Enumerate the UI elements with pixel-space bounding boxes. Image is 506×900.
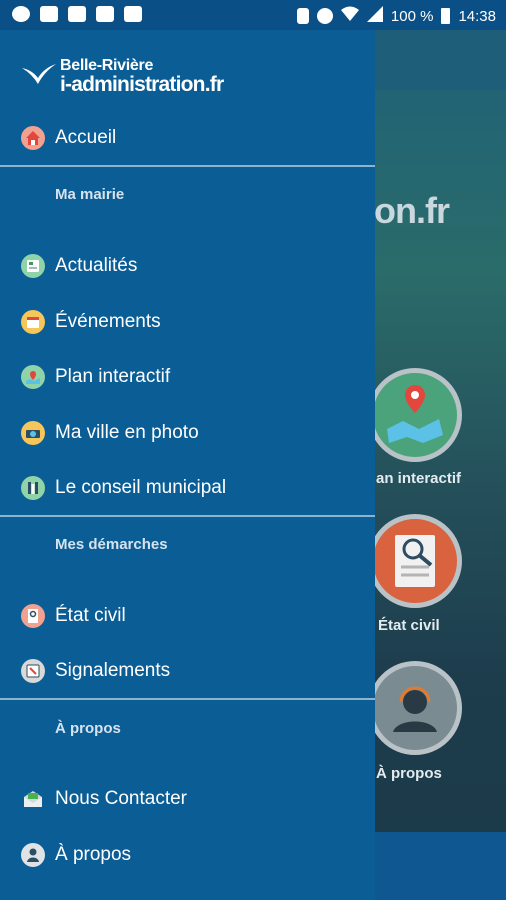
- drawer-item-label: Le conseil municipal: [55, 477, 227, 498]
- vibrate-icon: [296, 8, 309, 24]
- news-icon: [21, 254, 45, 278]
- navigation-drawer: Belle-Rivière i-administration.fr Accuei…: [0, 30, 375, 900]
- alarm-icon: [316, 8, 333, 24]
- map-icon: [21, 365, 45, 389]
- drawer-item-label: Actualités: [55, 255, 138, 276]
- logo-site-name: i-administration.fr: [60, 73, 224, 96]
- photo-notification-icon: [68, 6, 86, 22]
- drawer-item-le-conseil-municipal[interactable]: Le conseil municipal: [0, 468, 375, 508]
- drawer-item-label: Signalements: [55, 660, 171, 681]
- drawer-item-label: Nous Contacter: [55, 788, 188, 809]
- section-title-ma-mairie: Ma mairie: [55, 186, 125, 203]
- drawer-item-ma-ville-en-photo[interactable]: Ma ville en photo: [0, 413, 375, 453]
- wifi-icon: [340, 6, 359, 26]
- council-icon: [21, 476, 45, 500]
- drawer-item-nous-contacter[interactable]: Nous Contacter: [0, 779, 375, 819]
- drawer-divider: [0, 165, 375, 167]
- checklist-notification-icon: [124, 6, 142, 22]
- drawer-item-a-propos[interactable]: À propos: [0, 835, 375, 875]
- person-icon: [21, 843, 45, 867]
- drawer-item-evenements[interactable]: Événements: [0, 302, 375, 342]
- drawer-divider: [0, 515, 375, 517]
- drawer-item-etat-civil[interactable]: État civil: [0, 596, 375, 636]
- report-icon: [21, 659, 45, 683]
- section-title-a-propos: À propos: [55, 720, 121, 737]
- civil-status-tile-icon[interactable]: [368, 514, 462, 608]
- drawer-item-plan-interactif[interactable]: Plan interactif: [0, 357, 375, 397]
- drawer-item-label: Événements: [55, 311, 161, 332]
- section-title-mes-demarches: Mes démarches: [55, 536, 168, 553]
- battery-text: 100 %: [390, 7, 434, 25]
- mail-icon: [21, 787, 45, 811]
- drawer-item-label: Ma ville en photo: [55, 422, 199, 443]
- map-tile-label: an interactif: [376, 470, 462, 487]
- status-bar: 100 % 14:38: [0, 0, 506, 30]
- document-icon: [21, 604, 45, 628]
- clock: 14:38: [458, 7, 496, 25]
- map-tile-icon[interactable]: [368, 368, 462, 462]
- drawer-item-actualites[interactable]: Actualités: [0, 246, 375, 286]
- bird-logo-icon: [22, 64, 56, 84]
- civil-status-tile-label: État civil: [378, 617, 440, 634]
- drawer-item-accueil[interactable]: Accueil: [0, 118, 375, 158]
- about-tile-icon[interactable]: [368, 661, 462, 755]
- background-brand-text: on.fr: [374, 190, 450, 231]
- gmail-notification-icon: [40, 6, 58, 22]
- calendar-icon: [21, 310, 45, 334]
- message-notification-icon: [12, 6, 30, 22]
- home-icon: [21, 126, 45, 150]
- battery-icon: [441, 8, 451, 24]
- drawer-divider: [0, 698, 375, 700]
- background-bottom-bar: [375, 832, 506, 900]
- about-tile-label: À propos: [376, 765, 442, 782]
- signal-icon: [366, 6, 383, 26]
- drawer-item-label: État civil: [55, 605, 126, 626]
- drawer-item-label: À propos: [55, 844, 132, 865]
- drawer-item-signalements[interactable]: Signalements: [0, 651, 375, 691]
- laptop-notification-icon: [96, 6, 114, 22]
- background-header: [375, 30, 506, 90]
- drawer-item-label: Accueil: [55, 127, 117, 148]
- drawer-item-label: Plan interactif: [55, 366, 171, 387]
- camera-icon: [21, 421, 45, 445]
